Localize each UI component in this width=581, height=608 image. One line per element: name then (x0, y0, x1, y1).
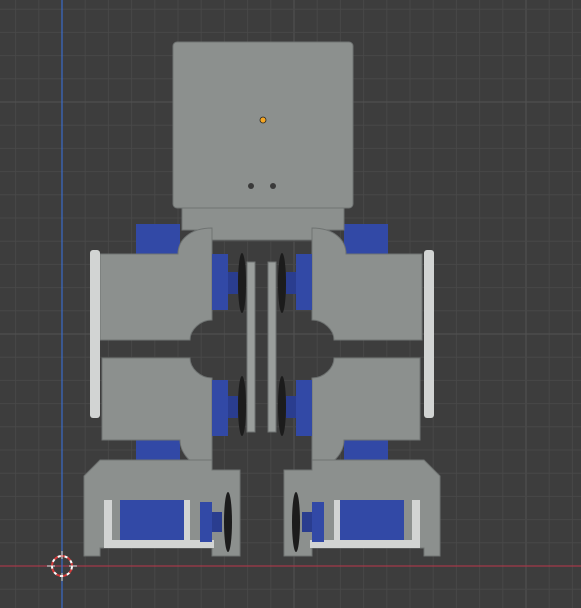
left-rim-upper (90, 250, 100, 418)
right-hip-horn[interactable] (278, 253, 312, 313)
head-hole-right (270, 183, 276, 189)
right-foot-inner-rim (334, 500, 340, 546)
left-hip-horn[interactable] (212, 253, 246, 313)
servo-upper-right[interactable] (344, 224, 388, 256)
spine-right[interactable] (267, 261, 277, 433)
right-rim-upper (424, 250, 434, 418)
servo-upper-left[interactable] (136, 224, 180, 256)
head-hole-left (248, 183, 254, 189)
head-plate[interactable] (172, 41, 354, 209)
right-foot-servo[interactable] (338, 500, 404, 542)
object-origin-dot (259, 116, 267, 124)
left-foot-inner-rim (184, 500, 190, 546)
left-foot-servo[interactable] (120, 500, 186, 542)
spine-left[interactable] (246, 261, 256, 433)
3d-viewport[interactable] (0, 0, 581, 608)
